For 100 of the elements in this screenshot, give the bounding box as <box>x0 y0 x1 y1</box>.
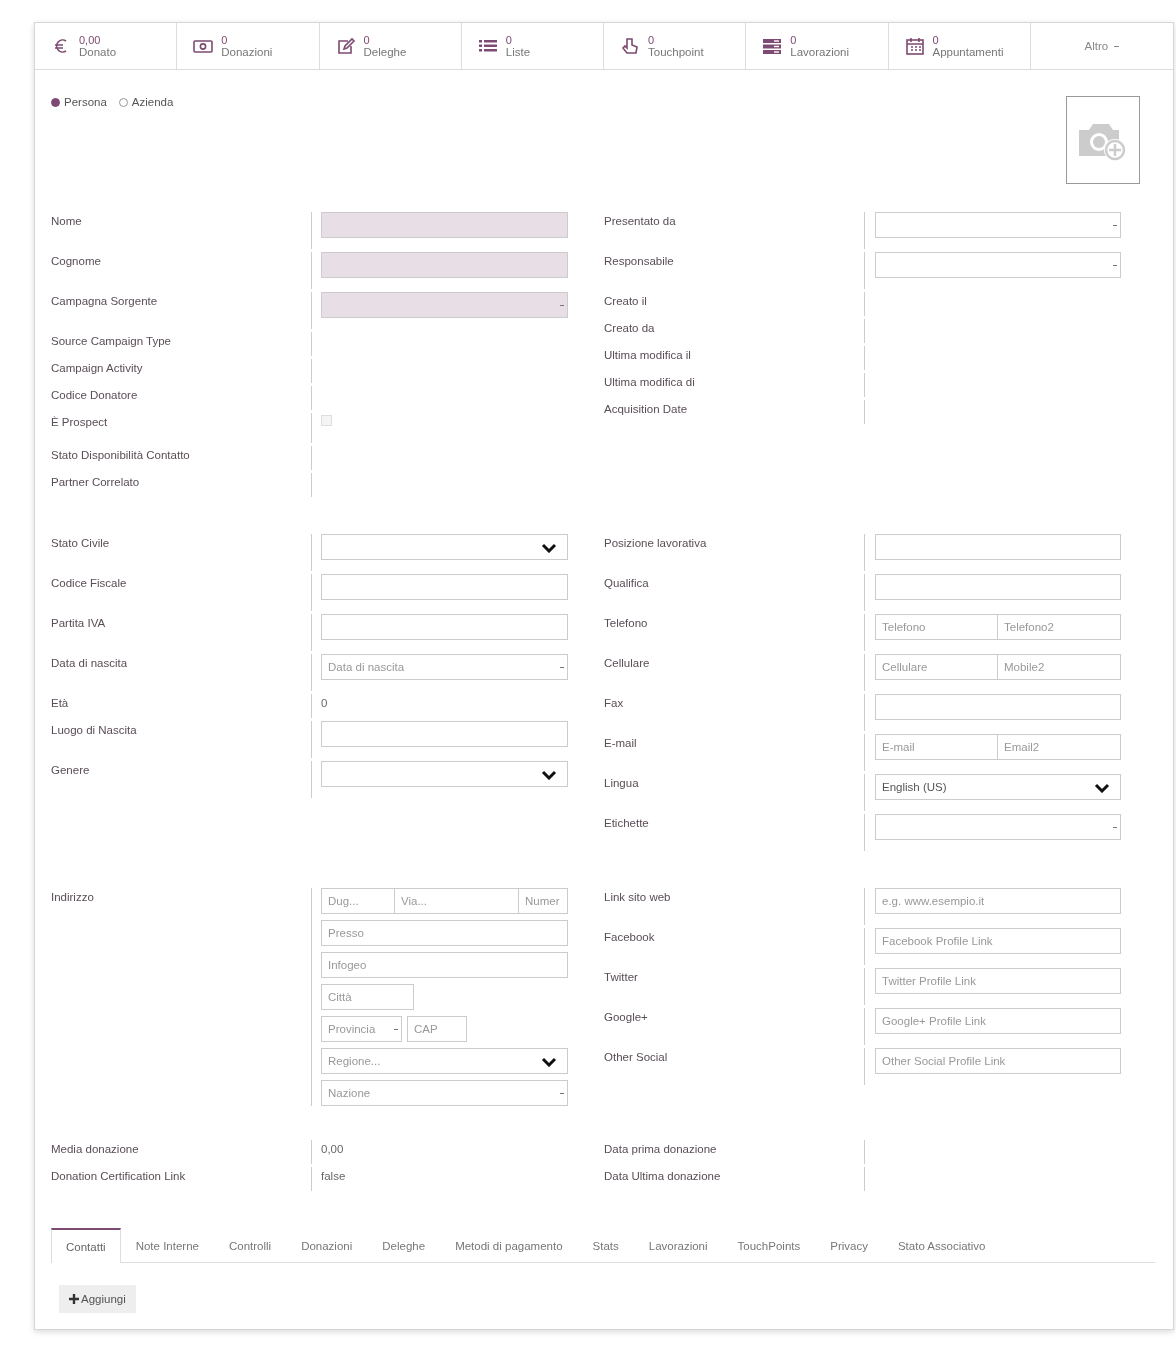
stat-button[interactable]: 0 Deleghe <box>319 23 462 69</box>
field-label: Indirizzo <box>51 890 95 905</box>
field-label: Responsabile <box>604 254 675 269</box>
field-label: Data di nascita <box>51 656 129 671</box>
select-field[interactable]: Regione... <box>321 1048 568 1074</box>
input-field[interactable]: Other Social Profile Link <box>875 1048 1121 1074</box>
stat-label: Deleghe <box>363 46 407 58</box>
chevron-down-icon <box>541 770 557 780</box>
stat-button[interactable]: 0 Touchpoint <box>604 23 747 69</box>
chevron-down-icon <box>1094 783 1110 793</box>
caret-icon <box>560 667 564 668</box>
tab[interactable]: Controlli <box>213 1228 287 1262</box>
stat-value: 0 <box>932 34 940 46</box>
stat-value: 0 <box>790 34 798 46</box>
chevron-down-icon <box>541 543 557 553</box>
field-label: Source Campaign Type <box>51 334 172 349</box>
dropdown-field[interactable] <box>875 212 1121 238</box>
caret-icon <box>1114 45 1120 47</box>
input-field[interactable] <box>321 614 568 640</box>
input-field[interactable]: CAP <box>407 1016 467 1042</box>
radio-option[interactable]: Azienda <box>118 96 174 108</box>
input-field[interactable]: Email2 <box>998 734 1121 760</box>
field-label: Luogo di Nascita <box>51 723 138 738</box>
input-field[interactable]: Telefono <box>875 614 998 640</box>
input-field[interactable] <box>875 574 1121 600</box>
tab[interactable]: Deleghe <box>367 1228 441 1262</box>
stat-value: 0,00 <box>79 34 102 46</box>
input-field[interactable]: Numer <box>519 888 568 914</box>
plus-icon <box>69 1294 79 1304</box>
field-label: È Prospect <box>51 415 109 430</box>
stat-label: Appuntamenti <box>932 46 1004 58</box>
pencil-square-icon <box>335 37 356 55</box>
field-label: Stato Civile <box>51 536 111 551</box>
input-field[interactable] <box>321 252 568 278</box>
input-field[interactable] <box>875 694 1121 720</box>
more-button[interactable]: Altro <box>1030 23 1173 69</box>
input-field[interactable]: Cellulare <box>875 654 998 680</box>
tab[interactable]: Contatti <box>51 1228 121 1263</box>
tab[interactable]: Stato Associativo <box>882 1228 1001 1262</box>
dropdown-field[interactable] <box>875 814 1121 840</box>
stat-button[interactable]: 0,00 Donato <box>35 23 178 69</box>
input-field[interactable] <box>875 534 1121 560</box>
select-field[interactable] <box>321 534 568 560</box>
checkbox[interactable] <box>321 415 332 426</box>
stat-button[interactable]: 0 Liste <box>461 23 604 69</box>
hand-pointer-icon <box>620 37 640 55</box>
input-field[interactable]: Dug... <box>321 888 395 914</box>
photo-upload[interactable] <box>1066 96 1140 184</box>
caret-icon <box>394 1029 398 1030</box>
input-field[interactable]: Mobile2 <box>998 654 1121 680</box>
tab[interactable]: Stats <box>577 1228 634 1262</box>
stat-button[interactable]: 0 Appuntamenti <box>888 23 1031 69</box>
server-icon <box>762 37 783 55</box>
more-label: Altro <box>1084 40 1109 52</box>
input-field[interactable]: Via... <box>395 888 519 914</box>
field-label: Etichette <box>604 816 650 831</box>
input-field[interactable]: e.g. www.esempio.it <box>875 888 1121 914</box>
input-field[interactable]: Città <box>321 984 414 1010</box>
field-label: Telefono <box>604 616 649 631</box>
stat-button[interactable]: 0 Lavorazioni <box>746 23 889 69</box>
field-label: Data Ultima donazione <box>604 1169 722 1184</box>
select-field[interactable]: English (US) <box>875 774 1121 800</box>
dropdown-field[interactable] <box>321 292 568 318</box>
input-field[interactable] <box>321 212 568 238</box>
tab[interactable]: Note Interne <box>120 1228 214 1262</box>
dropdown-field[interactable]: Provincia <box>321 1016 402 1042</box>
tab[interactable]: TouchPoints <box>722 1228 816 1262</box>
tab[interactable]: Privacy <box>815 1228 883 1262</box>
stat-label: Liste <box>505 46 531 58</box>
radio-button[interactable] <box>51 97 60 107</box>
tab[interactable]: Donazioni <box>286 1228 368 1262</box>
input-field[interactable] <box>321 574 568 600</box>
field-label: Qualifica <box>604 576 650 591</box>
input-field[interactable]: Presso <box>321 920 568 946</box>
input-field[interactable]: Twitter Profile Link <box>875 968 1121 994</box>
input-field[interactable]: Google+ Profile Link <box>875 1008 1121 1034</box>
dropdown-field[interactable] <box>875 252 1121 278</box>
input-field[interactable]: Facebook Profile Link <box>875 928 1121 954</box>
input-field[interactable]: E-mail <box>875 734 998 760</box>
tab[interactable]: Metodi di pagamento <box>440 1228 578 1262</box>
field-label: Genere <box>51 763 91 778</box>
tab[interactable]: Lavorazioni <box>633 1228 723 1262</box>
select-field[interactable] <box>321 761 568 787</box>
stat-value: 0 <box>505 34 513 46</box>
field-label: Link sito web <box>604 890 672 905</box>
input-field[interactable]: Telefono2 <box>998 614 1121 640</box>
field-label: Cellulare <box>604 656 651 671</box>
dropdown-field[interactable]: Nazione <box>321 1080 568 1106</box>
field-label: Ultima modifica il <box>604 348 692 363</box>
stat-button[interactable]: 0 Donazioni <box>177 23 320 69</box>
radio-option[interactable]: Persona <box>51 96 107 108</box>
field-label: Campagna Sorgente <box>51 294 159 309</box>
add-button[interactable]: Aggiungi <box>59 1285 136 1313</box>
list-icon <box>477 37 498 55</box>
radio-label: Azienda <box>131 96 174 108</box>
field-label: Ultima modifica di <box>604 375 696 390</box>
input-field[interactable] <box>321 721 568 747</box>
dropdown-field[interactable]: Data di nascita <box>321 654 568 680</box>
input-field[interactable]: Infogeo <box>321 952 568 978</box>
stat-label: Donazioni <box>221 46 273 58</box>
